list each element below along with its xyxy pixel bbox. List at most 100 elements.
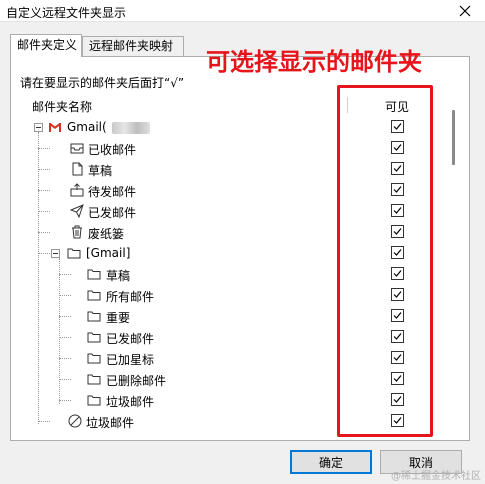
- tree-line: [38, 190, 50, 191]
- checkmark-icon: [393, 144, 402, 151]
- tree-label: 已加星标: [106, 353, 155, 367]
- tree-line: [59, 337, 71, 338]
- tree-label: 已删除邮件: [106, 374, 167, 388]
- redacted-email: [112, 122, 150, 134]
- tree-row[interactable]: 草稿: [28, 264, 465, 285]
- tree-row[interactable]: 重要: [28, 306, 465, 327]
- folder-icon: [87, 267, 101, 281]
- tree-row[interactable]: 已删除邮件: [28, 369, 465, 390]
- tree-row[interactable]: 垃圾邮件: [28, 411, 465, 432]
- tree-line: [59, 400, 71, 401]
- checkmark-icon: [393, 165, 402, 172]
- tree-label: Gmail(: [67, 120, 107, 134]
- folder-icon: [87, 351, 101, 365]
- visible-checkbox[interactable]: [391, 330, 404, 343]
- checkmark-icon: [393, 375, 402, 382]
- title-bar: 自定义远程文件夹显示: [0, 0, 485, 22]
- tree-label: 已收邮件: [88, 143, 137, 157]
- checkmark-icon: [393, 291, 402, 298]
- column-header-visible[interactable]: 可见: [385, 98, 409, 115]
- inbox-icon: [70, 141, 84, 155]
- visible-checkbox[interactable]: [391, 393, 404, 406]
- tree-label: 待发邮件: [88, 185, 137, 199]
- visible-checkbox[interactable]: [391, 372, 404, 385]
- tree-line: [59, 316, 71, 317]
- visible-checkbox[interactable]: [391, 120, 404, 133]
- collapse-icon[interactable]: [51, 249, 60, 258]
- scrollbar-thumb[interactable]: [452, 110, 455, 165]
- vertical-scrollbar[interactable]: [447, 110, 461, 435]
- tree-line: [59, 358, 71, 359]
- visible-checkbox[interactable]: [391, 141, 404, 154]
- visible-checkbox[interactable]: [391, 267, 404, 280]
- close-icon: [459, 5, 471, 17]
- checkmark-icon: [393, 333, 402, 340]
- visible-checkbox[interactable]: [391, 414, 404, 427]
- list-header: 邮件夹名称 可见: [28, 95, 465, 115]
- visible-checkbox[interactable]: [391, 162, 404, 175]
- folder-icon: [87, 372, 101, 386]
- tree-row-gmail-group[interactable]: [Gmail]: [28, 243, 465, 264]
- tree-row[interactable]: 已加星标: [28, 348, 465, 369]
- instruction-text: 请在要显示的邮件夹后面打“√”: [20, 76, 185, 90]
- dialog-window: 自定义远程文件夹显示 邮件夹定义 远程邮件夹映射 请在要显示的邮件夹后面打“√”…: [0, 0, 485, 484]
- checkmark-icon: [393, 354, 402, 361]
- checkmark-icon: [393, 207, 402, 214]
- visible-checkbox[interactable]: [391, 183, 404, 196]
- trash-icon: [70, 225, 84, 239]
- checkmark-icon: [393, 270, 402, 277]
- checkmark-icon: [393, 228, 402, 235]
- column-header-name[interactable]: 邮件夹名称: [32, 98, 92, 115]
- visible-checkbox[interactable]: [391, 309, 404, 322]
- tree-line: [59, 274, 71, 275]
- ok-button[interactable]: 确定: [290, 450, 372, 474]
- tree-label: 所有邮件: [106, 290, 155, 304]
- visible-checkbox[interactable]: [391, 246, 404, 259]
- tree-row[interactable]: 已收邮件: [28, 138, 465, 159]
- tree-line: [59, 379, 71, 380]
- tree-row[interactable]: 垃圾邮件: [28, 390, 465, 411]
- tree-row[interactable]: 已发邮件: [28, 201, 465, 222]
- tree-label: 重要: [106, 311, 131, 325]
- tree-row[interactable]: 废纸篓: [28, 222, 465, 243]
- tree-line: [38, 421, 50, 422]
- folder-icon: [67, 246, 81, 260]
- folder-icon: [87, 309, 101, 323]
- sent-icon: [70, 204, 84, 218]
- tree-label: 已发邮件: [106, 332, 155, 346]
- tree-row[interactable]: 待发邮件: [28, 180, 465, 201]
- visible-checkbox[interactable]: [391, 288, 404, 301]
- outbox-icon: [70, 183, 84, 197]
- tree-label: 草稿: [88, 164, 113, 178]
- tab-remote-folder-mapping[interactable]: 远程邮件夹映射: [82, 36, 184, 56]
- tree-label: 废纸篓: [88, 227, 125, 241]
- visible-checkbox[interactable]: [391, 351, 404, 364]
- tree-label: [Gmail]: [86, 246, 131, 260]
- checkmark-icon: [393, 186, 402, 193]
- tree-label: 已发邮件: [88, 206, 137, 220]
- visible-checkbox[interactable]: [391, 225, 404, 238]
- folder-icon: [87, 288, 101, 302]
- tab-folder-definition[interactable]: 邮件夹定义: [10, 34, 82, 57]
- tree-line: [38, 211, 50, 212]
- folder-icon: [87, 393, 101, 407]
- checkmark-icon: [393, 417, 402, 424]
- folder-icon: [87, 330, 101, 344]
- collapse-icon[interactable]: [34, 123, 43, 132]
- checkmark-icon: [393, 312, 402, 319]
- tree-row-account[interactable]: Gmail(: [28, 117, 465, 138]
- visible-checkbox[interactable]: [391, 204, 404, 217]
- tree-row[interactable]: 已发邮件: [28, 327, 465, 348]
- close-button[interactable]: [445, 0, 485, 22]
- annotation-text: 可选择显示的邮件夹: [206, 48, 422, 76]
- watermark: @稀土掘金技术社区: [391, 471, 481, 482]
- checkmark-icon: [393, 123, 402, 130]
- checkmark-icon: [393, 396, 402, 403]
- column-divider[interactable]: [347, 97, 348, 113]
- tree-row[interactable]: 所有邮件: [28, 285, 465, 306]
- tree-line: [59, 295, 71, 296]
- tree-label: 草稿: [106, 269, 131, 283]
- tree-row[interactable]: 草稿: [28, 159, 465, 180]
- tree-line: [38, 169, 50, 170]
- draft-icon: [70, 162, 84, 176]
